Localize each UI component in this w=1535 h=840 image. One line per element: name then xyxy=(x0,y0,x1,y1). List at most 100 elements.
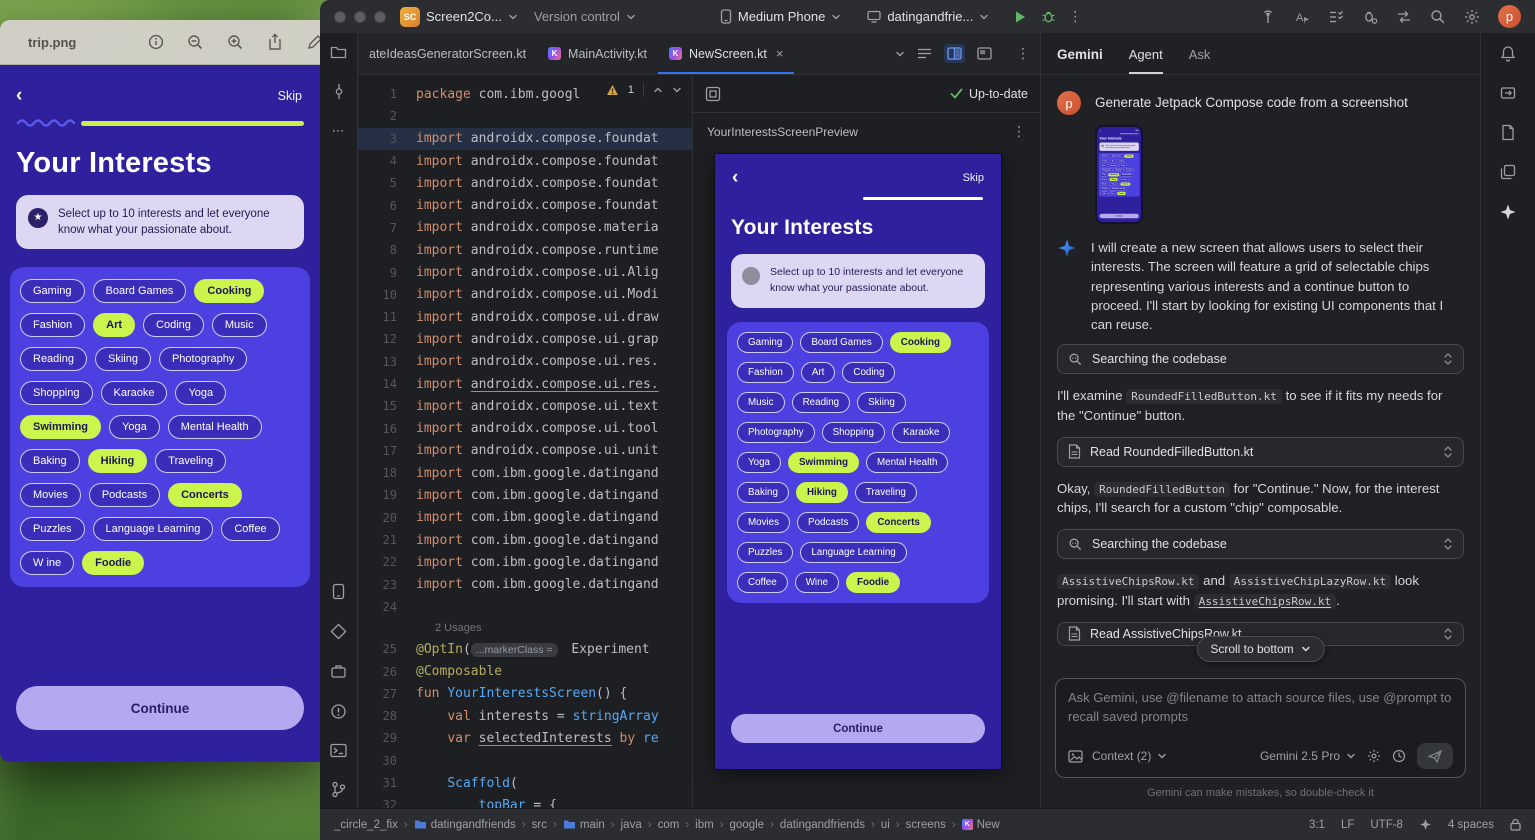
logcat-icon[interactable] xyxy=(1328,9,1344,25)
zoom-in-icon[interactable] xyxy=(227,34,244,51)
line-ending[interactable]: LF xyxy=(1341,819,1354,831)
edit-icon[interactable] xyxy=(306,33,320,51)
commit-tool-icon[interactable] xyxy=(331,83,347,100)
notifications-bell-icon[interactable] xyxy=(1500,45,1516,62)
preview-build-icon[interactable] xyxy=(705,86,721,102)
user-avatar[interactable]: p xyxy=(1498,5,1521,28)
info-icon[interactable] xyxy=(148,34,164,50)
close-tab-icon[interactable]: × xyxy=(776,46,784,61)
more-actions-icon[interactable]: ⋮ xyxy=(1068,8,1082,25)
attachment-thumbnail[interactable]: ‹SkipYour Interests★Select up to 10 inte… xyxy=(1095,125,1143,224)
screen-title: Your Interests xyxy=(731,216,985,240)
scroll-to-bottom-button[interactable]: Scroll to bottom xyxy=(1196,636,1324,662)
device-selector[interactable]: Medium Phone xyxy=(720,9,841,24)
chip-gaming: Gaming xyxy=(1100,155,1109,158)
layers-icon[interactable] xyxy=(1500,164,1516,180)
editor-options-icon[interactable]: ⋮ xyxy=(1016,45,1030,62)
code-editor[interactable]: 1 1package com.ibm.googl23import android… xyxy=(358,75,692,808)
inspections-widget[interactable]: 1 xyxy=(606,83,682,97)
device-mirroring-icon[interactable] xyxy=(1500,85,1516,101)
warning-count: 1 xyxy=(628,84,634,96)
file-encoding[interactable]: UTF-8 xyxy=(1370,819,1403,831)
tab-mainactivity[interactable]: K MainActivity.kt xyxy=(537,33,658,74)
breadcrumb-screens[interactable]: screens xyxy=(906,819,946,831)
send-button[interactable] xyxy=(1417,743,1453,769)
breadcrumb-ibm[interactable]: ibm xyxy=(695,819,714,831)
tab-dateideasgeneratorscreen[interactable]: ateIdeasGeneratorScreen.kt xyxy=(358,33,537,74)
zoom-out-icon[interactable] xyxy=(187,34,204,51)
settings-gear-icon[interactable] xyxy=(1464,9,1480,25)
chip-coffee: Coffee xyxy=(221,517,279,541)
skip-button: Skip xyxy=(1135,130,1138,132)
breadcrumb-java[interactable]: java xyxy=(621,819,642,831)
breadcrumb-google[interactable]: google xyxy=(730,819,765,831)
run-configuration-selector[interactable]: datingandfrie... xyxy=(867,9,989,24)
caret-position[interactable]: 3:1 xyxy=(1309,819,1325,831)
prev-problem-icon[interactable] xyxy=(653,85,663,95)
app-insights-icon[interactable] xyxy=(1362,9,1378,25)
readonly-lock-icon[interactable] xyxy=(1510,818,1521,831)
preview-name[interactable]: YourInterestsScreenPreview xyxy=(707,125,858,139)
chat-scroll-area[interactable]: pGenerate Jetpack Compose code from a sc… xyxy=(1041,75,1480,670)
gemini-spark-icon[interactable] xyxy=(1499,203,1517,221)
tab-newscreen[interactable]: K NewScreen.kt × xyxy=(658,33,794,74)
device-mirror-icon[interactable] xyxy=(1396,9,1412,25)
tool-call-label: Searching the codebase xyxy=(1092,352,1227,366)
line-number: 23 xyxy=(358,578,416,592)
gemini-settings-icon[interactable] xyxy=(1367,749,1381,763)
breadcrumb-ui[interactable]: ui xyxy=(881,819,890,831)
usages-hint[interactable]: 2 Usages xyxy=(358,618,692,638)
breadcrumb--circle-2-fix[interactable]: _circle_2_fix xyxy=(334,819,398,831)
next-problem-icon[interactable] xyxy=(672,85,682,95)
tool-call-search[interactable]: Searching the codebase xyxy=(1057,529,1464,559)
breadcrumb-datingandfriends[interactable]: datingandfriends xyxy=(780,819,865,831)
split-view-icon[interactable] xyxy=(944,44,965,63)
share-icon[interactable] xyxy=(267,33,283,51)
attach-image-icon[interactable] xyxy=(1068,750,1083,763)
window-controls[interactable] xyxy=(334,11,386,23)
device-file-explorer-icon[interactable] xyxy=(1501,124,1515,141)
layout-inspector-icon[interactable]: A xyxy=(1294,9,1310,25)
tool-call-read-file[interactable]: Read RoundedFilledButton.kt xyxy=(1057,437,1464,467)
search-icon[interactable] xyxy=(1430,9,1446,25)
tool-call-search[interactable]: Searching the codebase xyxy=(1057,344,1464,374)
close-window-icon[interactable] xyxy=(334,11,346,23)
project-widget[interactable]: SC Screen2Co... xyxy=(400,7,518,27)
chip-skiing: Skiing xyxy=(857,392,906,413)
problems-icon[interactable] xyxy=(330,703,347,720)
maximize-window-icon[interactable] xyxy=(374,11,386,23)
breadcrumb-com[interactable]: com xyxy=(658,819,680,831)
profiler-icon[interactable] xyxy=(1260,9,1276,25)
breadcrumb-src[interactable]: src xyxy=(532,819,547,831)
left-tool-stripe: ⋯ xyxy=(320,33,358,808)
design-view-icon[interactable] xyxy=(977,47,992,60)
preview-options-icon[interactable]: ⋮ xyxy=(1012,123,1026,140)
project-tool-icon[interactable] xyxy=(330,45,347,60)
tool-call-label: Read RoundedFilledButton.kt xyxy=(1090,445,1253,459)
code-view-icon[interactable] xyxy=(917,47,932,60)
gemini-input[interactable]: Ask Gemini, use @filename to attach sour… xyxy=(1055,678,1466,778)
more-tool-windows-icon[interactable]: ⋯ xyxy=(332,123,346,139)
breadcrumb-main[interactable]: main xyxy=(563,819,605,831)
tab-list-chevron-icon[interactable] xyxy=(895,49,905,59)
breadcrumb-datingandfriends[interactable]: datingandfriends xyxy=(414,819,516,831)
running-devices-icon[interactable] xyxy=(332,583,345,600)
resource-manager-icon[interactable] xyxy=(330,623,347,640)
tab-agent[interactable]: Agent xyxy=(1129,47,1163,74)
tab-ask[interactable]: Ask xyxy=(1189,47,1211,74)
breadcrumb-new[interactable]: KNew xyxy=(962,819,1000,831)
code-line: 16import androidx.compose.ui.tool xyxy=(358,417,692,439)
vcs-widget[interactable]: Version control xyxy=(534,9,636,24)
build-icon[interactable] xyxy=(330,663,347,680)
context-selector[interactable]: Context (2) xyxy=(1092,749,1167,763)
terminal-icon[interactable] xyxy=(330,743,347,758)
git-branch-icon[interactable] xyxy=(331,781,346,798)
gemini-header: Gemini Agent Ask xyxy=(1041,33,1480,75)
run-button[interactable] xyxy=(1013,10,1027,24)
model-selector[interactable]: Gemini 2.5 Pro xyxy=(1260,749,1356,763)
minimize-window-icon[interactable] xyxy=(354,11,366,23)
history-icon[interactable] xyxy=(1392,749,1406,763)
gemini-status-icon[interactable] xyxy=(1419,818,1432,831)
indent-setting[interactable]: 4 spaces xyxy=(1448,819,1494,831)
debug-button[interactable] xyxy=(1041,9,1056,24)
